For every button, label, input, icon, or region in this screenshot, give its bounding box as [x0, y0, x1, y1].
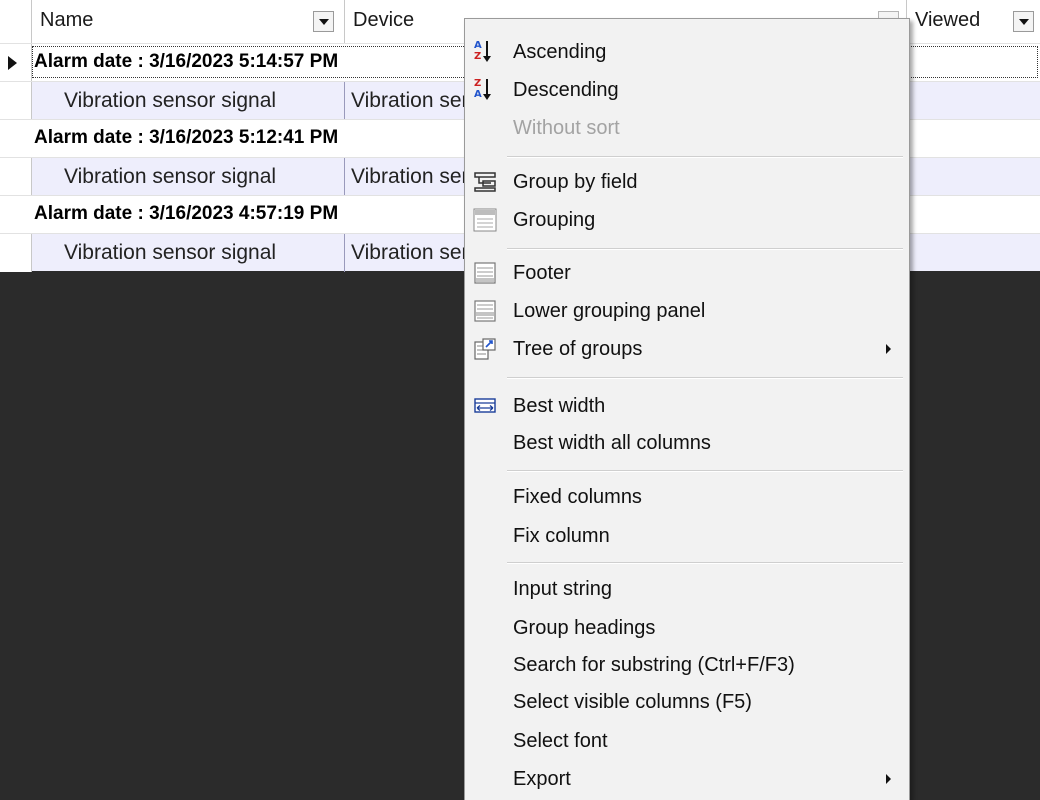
cell-name[interactable]: Vibration sensor signal: [32, 234, 345, 272]
menu-item-label: Select visible columns (F5): [513, 691, 752, 713]
menu-item-label: Group by field: [513, 171, 638, 193]
menu-item-label: Input string: [513, 578, 612, 600]
cell-name[interactable]: Vibration sensor signal: [32, 158, 345, 196]
menu-item-tree-of-groups[interactable]: Tree of groups: [465, 330, 911, 368]
menu-item-select-font[interactable]: Select font: [465, 722, 911, 760]
row-indicator: [0, 234, 32, 272]
menu-item-label: Fixed columns: [513, 486, 642, 508]
menu-item-best-width-all-columns[interactable]: Best width all columns: [465, 424, 911, 462]
column-header-name-label: Name: [40, 9, 94, 31]
menu-item-ascending[interactable]: AZ Ascending: [465, 33, 911, 71]
lower-panel-icon: [474, 300, 496, 322]
column-header-name[interactable]: Name: [32, 0, 345, 43]
sort-ascending-icon: AZ: [473, 40, 497, 64]
menu-item-best-width[interactable]: Best width: [465, 387, 911, 425]
cell-name[interactable]: Vibration sensor signal: [32, 82, 345, 120]
header-indicator-cell: [0, 0, 32, 43]
row-indicator: [0, 158, 32, 196]
menu-item-label: Footer: [513, 262, 571, 284]
submenu-arrow-icon: [886, 344, 891, 354]
current-row-pointer-icon: [8, 56, 17, 70]
menu-item-label: Without sort: [513, 117, 620, 139]
menu-item-label: Fix column: [513, 525, 610, 547]
menu-separator: [507, 248, 903, 250]
menu-item-fix-column[interactable]: Fix column: [465, 517, 911, 555]
submenu-arrow-icon: [886, 774, 891, 784]
menu-item-group-headings[interactable]: Group headings: [465, 609, 911, 647]
menu-separator: [507, 156, 903, 158]
menu-item-grouping[interactable]: Grouping: [465, 201, 911, 239]
tree-of-groups-icon: [474, 338, 496, 360]
menu-item-label: Best width all columns: [513, 432, 711, 454]
cell-device[interactable]: Vibration sensor: [345, 82, 481, 120]
best-width-icon: [474, 398, 496, 413]
name-filter-dropdown[interactable]: [313, 11, 334, 32]
menu-item-footer[interactable]: Footer: [465, 254, 911, 292]
menu-item-label: Export: [513, 768, 571, 790]
grouping-icon: [473, 208, 497, 232]
menu-separator: [507, 470, 903, 472]
menu-item-label: Tree of groups: [513, 338, 643, 360]
cell-device[interactable]: Vibration sensor: [345, 234, 481, 272]
menu-item-group-by-field[interactable]: Group by field: [465, 163, 911, 201]
menu-item-descending[interactable]: ZA Descending: [465, 71, 911, 109]
menu-item-input-string[interactable]: Input string: [465, 570, 911, 608]
menu-item-label: Lower grouping panel: [513, 300, 706, 322]
column-context-menu: AZ Ascending ZA Descending Without sort …: [464, 18, 910, 800]
menu-item-label: Group headings: [513, 617, 656, 639]
menu-item-without-sort: Without sort: [465, 109, 911, 147]
menu-item-label: Ascending: [513, 41, 607, 63]
menu-separator: [507, 562, 903, 564]
menu-item-export[interactable]: Export: [465, 760, 911, 798]
group-header-text: Alarm date : 3/16/2023 4:57:19 PM: [34, 203, 339, 224]
menu-item-select-visible-columns[interactable]: Select visible columns (F5): [465, 683, 911, 721]
menu-item-label: Grouping: [513, 209, 596, 231]
group-by-field-icon: [474, 172, 496, 192]
viewed-filter-dropdown[interactable]: [1013, 11, 1034, 32]
column-header-device-label: Device: [353, 9, 415, 31]
menu-item-search-for-substring[interactable]: Search for substring (Ctrl+F/F3): [465, 646, 911, 684]
menu-item-label: Select font: [513, 730, 608, 752]
menu-separator: [507, 377, 903, 379]
menu-item-lower-grouping-panel[interactable]: Lower grouping panel: [465, 292, 911, 330]
group-header-text: Alarm date : 3/16/2023 5:12:41 PM: [34, 127, 339, 148]
menu-item-label: Descending: [513, 79, 619, 101]
menu-item-label: Best width: [513, 395, 606, 417]
cell-device[interactable]: Vibration sensor: [345, 158, 481, 196]
column-header-viewed-label: Viewed: [915, 9, 981, 31]
footer-icon: [474, 262, 496, 284]
sort-descending-icon: ZA: [473, 78, 497, 102]
menu-item-fixed-columns[interactable]: Fixed columns: [465, 478, 911, 516]
row-indicator: [0, 44, 32, 82]
menu-item-label: Search for substring (Ctrl+F/F3): [513, 654, 795, 676]
row-indicator: [0, 82, 32, 120]
